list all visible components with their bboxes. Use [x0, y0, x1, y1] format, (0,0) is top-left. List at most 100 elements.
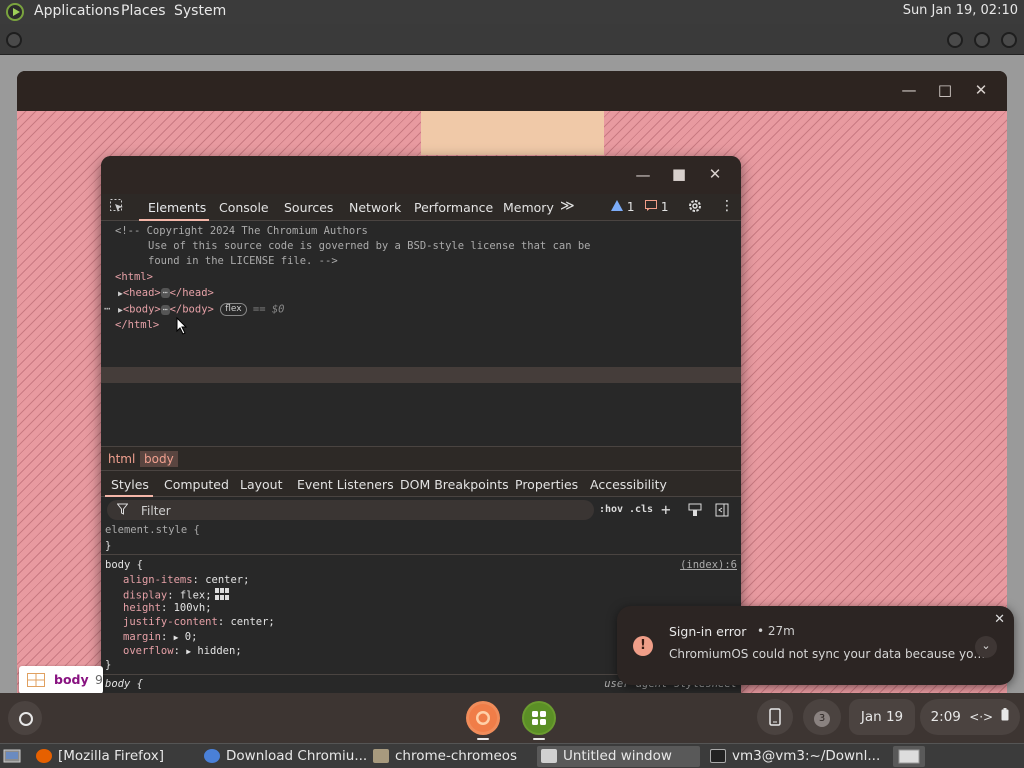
- css-declaration[interactable]: display: flex;: [123, 588, 229, 603]
- filter-icon: [116, 503, 129, 519]
- devtools-close-icon[interactable]: ✕: [705, 165, 725, 183]
- head-close-tag: </head>: [169, 287, 214, 299]
- element-state-icon[interactable]: [688, 503, 702, 521]
- dom-html-open[interactable]: <html>: [115, 271, 153, 283]
- filter-input[interactable]: [141, 504, 441, 518]
- chromium-app-icon[interactable]: [466, 701, 500, 735]
- workspace-switcher[interactable]: [893, 746, 925, 767]
- tab-properties[interactable]: Properties: [515, 477, 578, 492]
- row-menu-icon[interactable]: ⋯: [104, 303, 110, 315]
- css-declaration[interactable]: align-items: center;: [123, 574, 249, 586]
- css-prop-name: align-items: [123, 574, 193, 586]
- css-declaration[interactable]: height: 100vh;: [123, 602, 212, 614]
- show-desktop-icon[interactable]: [3, 746, 23, 767]
- kebab-menu-icon[interactable]: ⋮: [720, 198, 734, 214]
- taskbar-terminal[interactable]: vm3@vm3:~/Downl...: [710, 746, 880, 767]
- tab-styles[interactable]: Styles: [111, 477, 149, 492]
- menu-system[interactable]: System: [174, 3, 226, 19]
- maximize-icon[interactable]: □: [935, 81, 955, 99]
- warnings-count: 1: [626, 200, 635, 214]
- tab-network[interactable]: Network: [349, 200, 401, 215]
- breadcrumb-html[interactable]: html: [104, 451, 139, 467]
- rule-source-link[interactable]: (index):6: [680, 559, 737, 571]
- ua-rule-selector[interactable]: body {: [105, 678, 143, 690]
- launcher-icon[interactable]: [8, 701, 42, 735]
- tab-console[interactable]: Console: [219, 200, 269, 215]
- notification-expand-chevron-icon[interactable]: ⌄: [975, 636, 997, 658]
- expand-shorthand-icon[interactable]: ▶: [186, 647, 191, 656]
- status-area[interactable]: 2:09 <·>: [920, 699, 1020, 735]
- tab-performance[interactable]: Performance: [414, 200, 493, 215]
- settings-gear-icon[interactable]: [687, 198, 703, 217]
- vm-minimize-icon[interactable]: [947, 32, 963, 48]
- gnome-top-panel: Applications Places System Sun Jan 19, 0…: [0, 0, 1024, 24]
- vm-maximize-icon[interactable]: [974, 32, 990, 48]
- css-prop-name: margin: [123, 631, 161, 643]
- taskbar-untitled-window[interactable]: Untitled window: [537, 746, 700, 767]
- tab-dom-breakpoints[interactable]: DOM Breakpoints: [400, 477, 509, 492]
- breadcrumb-body[interactable]: body: [140, 451, 178, 467]
- dom-head-node[interactable]: ▶<head> ⋯ </head>: [118, 287, 214, 299]
- selected-dom-row[interactable]: [101, 367, 741, 383]
- devtools-tabbar: Elements Console Sources Network Perform…: [101, 194, 741, 221]
- tab-layout[interactable]: Layout: [240, 477, 283, 492]
- task-label: vm3@vm3:~/Downl...: [732, 748, 880, 764]
- warning-icon: [611, 200, 623, 211]
- flexbox-editor-icon[interactable]: [214, 588, 229, 603]
- taskbar-download-chromium[interactable]: Download Chromiu...: [204, 746, 367, 767]
- inspect-element-icon[interactable]: [109, 198, 125, 217]
- tab-computed[interactable]: Computed: [164, 477, 229, 492]
- phone-hub-icon[interactable]: [757, 699, 793, 735]
- devtools-app-icon[interactable]: [522, 701, 556, 735]
- source-comment-line-1: <!-- Copyright 2024 The Chromium Authors: [115, 225, 368, 237]
- warnings-badge[interactable]: 1: [611, 200, 634, 214]
- minimize-icon[interactable]: —: [899, 81, 919, 99]
- expand-shorthand-icon[interactable]: ▶: [174, 633, 179, 642]
- taskbar-chrome-chromeos[interactable]: chrome-chromeos: [373, 746, 533, 767]
- body-rule-selector[interactable]: body {: [105, 559, 143, 571]
- css-declaration[interactable]: justify-content: center;: [123, 616, 275, 628]
- chrome-icon: [204, 749, 220, 763]
- devtools-minimize-icon[interactable]: —: [633, 166, 653, 184]
- gnome-logo-icon[interactable]: [6, 3, 24, 21]
- new-style-rule-icon[interactable]: +: [661, 500, 671, 519]
- taskbar-firefox[interactable]: [Mozilla Firefox]: [36, 746, 196, 767]
- element-hover-chip: body 9: [19, 666, 103, 694]
- error-icon: !: [633, 636, 653, 656]
- notification-body: ChromiumOS could not sync your data beca…: [669, 647, 986, 661]
- devtools-maximize-icon[interactable]: ■: [669, 165, 689, 183]
- gnome-clock[interactable]: Sun Jan 19, 02:10: [903, 3, 1018, 18]
- css-prop-value: 100vh;: [173, 602, 212, 614]
- tab-event-listeners[interactable]: Event Listeners: [297, 477, 394, 492]
- menu-places[interactable]: Places: [121, 3, 166, 19]
- more-tabs-icon[interactable]: ≫: [560, 198, 575, 214]
- menu-applications[interactable]: Applications: [34, 3, 120, 19]
- task-label: Download Chromiu...: [226, 748, 367, 764]
- ellipsis-icon[interactable]: ⋯: [160, 288, 170, 298]
- vm-close-icon[interactable]: [1001, 32, 1017, 48]
- issues-badge[interactable]: 1: [645, 200, 668, 214]
- running-indicator: [477, 738, 489, 740]
- task-label: [Mozilla Firefox]: [58, 748, 165, 764]
- close-icon[interactable]: ✕: [971, 81, 991, 99]
- tab-sources[interactable]: Sources: [284, 200, 333, 215]
- tab-accessibility[interactable]: Accessibility: [590, 477, 667, 492]
- sign-in-error-notification[interactable]: ✕ ! Sign-in error • 27m ChromiumOS could…: [617, 606, 1014, 685]
- flex-badge[interactable]: flex: [220, 303, 247, 316]
- notification-close-icon[interactable]: ✕: [994, 612, 1005, 627]
- class-toggle[interactable]: .cls: [629, 504, 653, 515]
- css-declaration[interactable]: margin: ▶ 0;: [123, 631, 197, 643]
- tab-elements[interactable]: Elements: [148, 200, 206, 215]
- vm-menu-icon[interactable]: [6, 32, 22, 48]
- tab-memory[interactable]: Memory: [503, 200, 554, 215]
- notification-count-pill[interactable]: 3: [803, 699, 841, 735]
- notification-time: • 27m: [757, 624, 795, 638]
- shelf-date[interactable]: Jan 19: [849, 699, 915, 735]
- hover-state-toggle[interactable]: :hov: [599, 504, 623, 515]
- toggle-sidebar-icon[interactable]: [715, 503, 729, 521]
- filter-box[interactable]: [107, 500, 594, 520]
- element-style-selector[interactable]: element.style {: [105, 524, 200, 536]
- shelf-time: 2:09: [930, 709, 961, 725]
- centered-content-block: [421, 111, 604, 155]
- css-declaration[interactable]: overflow: ▶ hidden;: [123, 645, 242, 657]
